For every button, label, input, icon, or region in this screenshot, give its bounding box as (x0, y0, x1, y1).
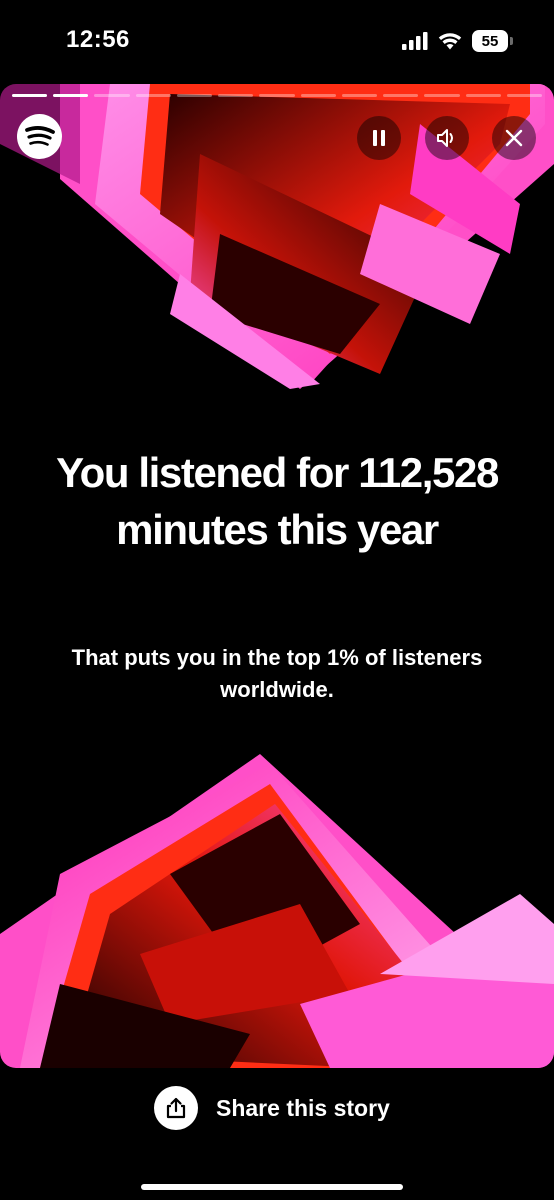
sound-button[interactable] (425, 116, 469, 160)
share-icon (166, 1097, 186, 1119)
wifi-icon (438, 33, 462, 50)
progress-segment (135, 94, 171, 97)
progress-segment (465, 94, 501, 97)
status-icons: 55 (402, 28, 513, 54)
progress-segment (176, 94, 213, 97)
progress-segment (506, 94, 543, 97)
progress-segment (424, 94, 460, 97)
story-card[interactable]: You listened for 112,528 minutes this ye… (0, 84, 554, 1068)
close-button[interactable] (492, 116, 536, 160)
progress-segment (12, 94, 48, 97)
pause-icon (373, 130, 385, 146)
status-time: 12:56 (66, 26, 130, 53)
wrapped-story-screen: 12:56 55 You listened for 112,528 minute… (0, 0, 554, 1200)
progress-segment (94, 94, 130, 97)
progress-segment (300, 94, 336, 97)
share-label: Share this story (216, 1094, 390, 1121)
pause-button[interactable] (357, 116, 401, 160)
story-progress (12, 94, 543, 98)
top-artwork (0, 84, 554, 389)
bottom-artwork (0, 754, 554, 1068)
sound-icon (437, 129, 453, 147)
close-icon (505, 129, 523, 147)
battery-level: 55 (481, 32, 499, 50)
cellular-signal-icon (402, 32, 428, 50)
status-bar: 12:56 55 (0, 0, 554, 84)
home-indicator[interactable] (141, 1184, 403, 1190)
battery-icon: 55 (472, 30, 513, 52)
progress-segment (259, 94, 295, 97)
progress-segment (341, 94, 378, 97)
progress-segment (53, 94, 89, 97)
share-story-button[interactable]: Share this story (154, 1086, 390, 1130)
progress-segment (383, 94, 419, 97)
progress-segment (218, 94, 254, 97)
share-icon-circle (154, 1086, 198, 1130)
headline: You listened for 112,528 minutes this ye… (56, 449, 499, 553)
subline: That puts you in the top 1% of listeners… (71, 645, 483, 702)
spotify-icon (17, 114, 62, 159)
